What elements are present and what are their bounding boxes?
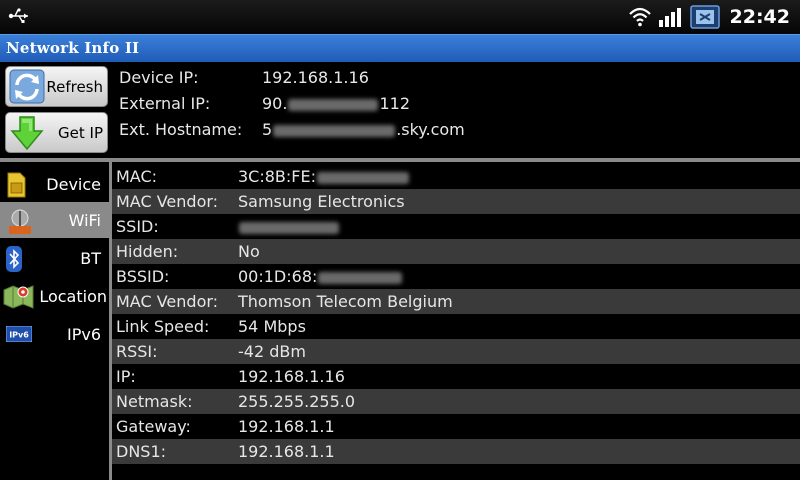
ext-hostname-prefix: 5 bbox=[262, 120, 273, 139]
clock: 22:42 bbox=[729, 6, 790, 28]
table-row: DNS1: 192.168.1.1 bbox=[112, 439, 800, 464]
bssid-prefix: 00:1D:68: bbox=[238, 267, 318, 286]
refresh-button[interactable]: Refresh bbox=[5, 66, 108, 107]
row-value: -42 dBm bbox=[238, 342, 306, 361]
row-value: 192.168.1.1 bbox=[238, 417, 335, 436]
device-ip-value: 192.168.1.16 bbox=[262, 68, 369, 87]
row-key: IP: bbox=[116, 367, 136, 386]
row-key: SSID: bbox=[116, 217, 159, 236]
sidebar-item-bt[interactable]: BT bbox=[0, 240, 109, 276]
wifi-info-table: MAC: 3C:8B:FE: MAC Vendor: Samsung Elect… bbox=[112, 162, 800, 480]
external-ip-prefix: 90. bbox=[262, 94, 288, 113]
ext-hostname-value: 5 .sky.com bbox=[262, 120, 465, 139]
sidebar-item-wifi[interactable]: WiFi bbox=[0, 202, 109, 238]
usb-icon bbox=[8, 8, 28, 23]
notification-icon[interactable] bbox=[689, 5, 720, 29]
row-value: 54 Mbps bbox=[238, 317, 306, 336]
row-key: MAC Vendor: bbox=[116, 292, 219, 311]
row-value: 255.255.255.0 bbox=[238, 392, 356, 411]
table-row: RSSI: -42 dBm bbox=[112, 339, 800, 364]
mac-prefix: 3C:8B:FE: bbox=[238, 167, 316, 186]
status-bar: 22:42 bbox=[0, 0, 800, 34]
table-row: IP: 192.168.1.16 bbox=[112, 364, 800, 389]
get-ip-label: Get IP bbox=[58, 124, 103, 142]
row-key: MAC: bbox=[116, 167, 158, 186]
row-value: Thomson Telecom Belgium bbox=[238, 292, 453, 311]
row-key: DNS1: bbox=[116, 442, 167, 461]
get-ip-button[interactable]: Get IP bbox=[5, 112, 108, 153]
row-value: 192.168.1.16 bbox=[238, 367, 345, 386]
sidebar-item-device[interactable]: Device bbox=[0, 166, 109, 202]
redacted-block bbox=[317, 171, 409, 184]
bluetooth-icon bbox=[6, 246, 22, 272]
sidebar: Device WiFi BT Location IPv6 IPv6 bbox=[0, 162, 112, 480]
row-key: BSSID: bbox=[116, 267, 170, 286]
refresh-label: Refresh bbox=[46, 78, 103, 96]
external-ip-value: 90. 112 bbox=[262, 94, 410, 113]
refresh-icon bbox=[9, 69, 45, 104]
row-key: RSSI: bbox=[116, 342, 158, 361]
row-value: Samsung Electronics bbox=[238, 192, 405, 211]
redacted-block bbox=[318, 271, 403, 284]
redacted-block bbox=[288, 98, 379, 111]
row-value: No bbox=[238, 242, 260, 261]
redacted-block bbox=[273, 124, 396, 137]
external-ip-label: External IP: bbox=[119, 94, 211, 113]
sidebar-item-label: IPv6 bbox=[66, 325, 101, 344]
table-row: SSID: bbox=[112, 214, 800, 239]
device-ip-label: Device IP: bbox=[119, 68, 199, 87]
table-row: Netmask: 255.255.255.0 bbox=[112, 389, 800, 414]
external-ip-suffix: 112 bbox=[379, 94, 410, 113]
ipv6-icon: IPv6 bbox=[6, 326, 32, 342]
sidebar-item-label: WiFi bbox=[68, 211, 101, 230]
table-row: MAC Vendor: Samsung Electronics bbox=[112, 189, 800, 214]
signal-icon bbox=[658, 8, 681, 27]
row-value: 192.168.1.1 bbox=[238, 442, 335, 461]
download-arrow-icon bbox=[10, 116, 44, 151]
wifi-router-icon bbox=[9, 209, 31, 234]
sidebar-item-label: BT bbox=[80, 249, 101, 268]
sidebar-item-label: Location bbox=[39, 287, 107, 306]
row-value: 3C:8B:FE: bbox=[238, 167, 410, 186]
sim-card-icon bbox=[7, 172, 26, 198]
row-value bbox=[238, 217, 340, 236]
sidebar-item-ipv6[interactable]: IPv6 IPv6 bbox=[0, 316, 109, 352]
sidebar-item-label: Device bbox=[46, 175, 101, 194]
map-pin-icon bbox=[3, 285, 34, 309]
table-row: MAC: 3C:8B:FE: bbox=[112, 164, 800, 189]
sidebar-item-location[interactable]: Location bbox=[0, 278, 109, 314]
wifi-icon bbox=[628, 7, 651, 27]
redacted-block bbox=[239, 221, 339, 234]
ext-hostname-suffix: .sky.com bbox=[396, 120, 465, 139]
table-row: Hidden: No bbox=[112, 239, 800, 264]
row-key: MAC Vendor: bbox=[116, 192, 219, 211]
svg-text:IPv6: IPv6 bbox=[9, 331, 29, 340]
ext-hostname-label: Ext. Hostname: bbox=[119, 120, 243, 139]
title-bar: Network Info II bbox=[0, 34, 800, 63]
table-row: Gateway: 192.168.1.1 bbox=[112, 414, 800, 439]
app-title: Network Info II bbox=[6, 39, 140, 57]
row-key: Hidden: bbox=[116, 242, 179, 261]
row-key: Gateway: bbox=[116, 417, 191, 436]
header-panel: Refresh Get IP Device IP: 192.168.1.16 E… bbox=[0, 62, 800, 158]
table-row: MAC Vendor: Thomson Telecom Belgium bbox=[112, 289, 800, 314]
table-row: BSSID: 00:1D:68: bbox=[112, 264, 800, 289]
row-value: 00:1D:68: bbox=[238, 267, 403, 286]
row-key: Link Speed: bbox=[116, 317, 210, 336]
table-row: Link Speed: 54 Mbps bbox=[112, 314, 800, 339]
row-key: Netmask: bbox=[116, 392, 193, 411]
